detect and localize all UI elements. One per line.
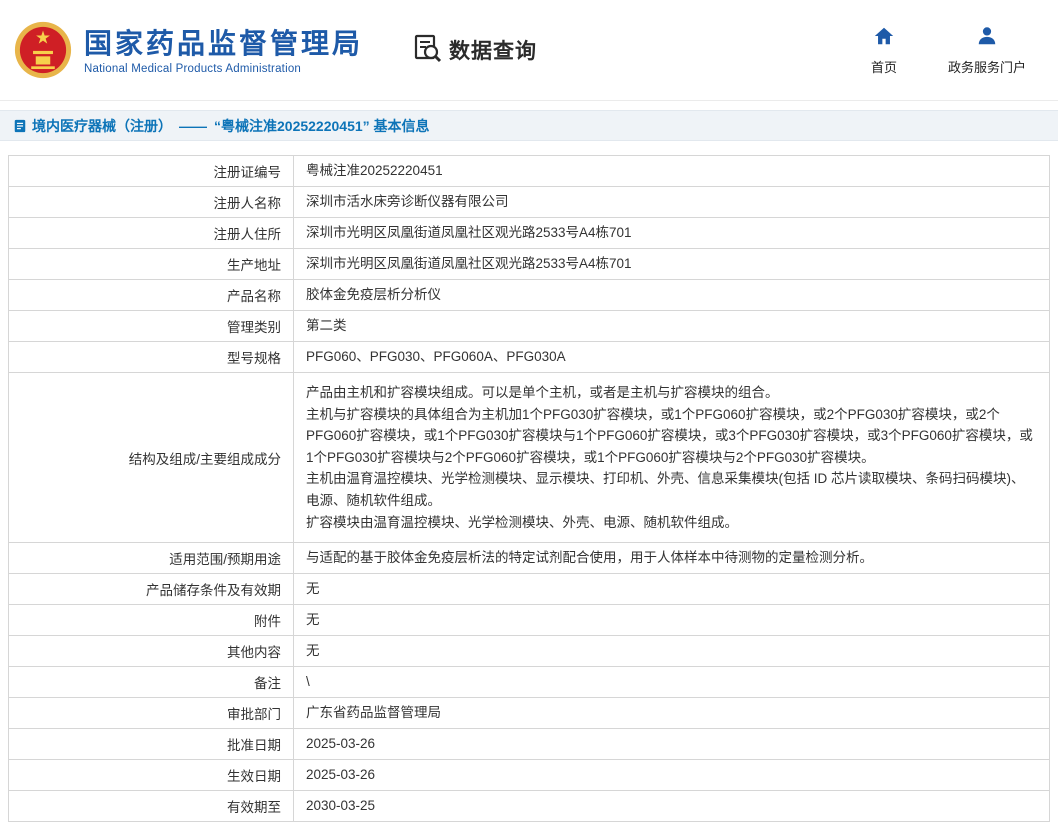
nav-item-label: 政务服务门户 — [948, 57, 1026, 76]
row-label: 有效期至 — [9, 791, 294, 822]
row-value: 无 — [294, 605, 1050, 636]
row-value: 粤械注准20252220451 — [294, 156, 1050, 187]
data-query-label: 数据查询 — [449, 35, 537, 65]
table-row: 管理类别 第二类 — [9, 311, 1050, 342]
row-value: 深圳市光明区凤凰街道凤凰社区观光路2533号A4栋701 — [294, 249, 1050, 280]
table-row: 审批部门 广东省药品监督管理局 — [9, 698, 1050, 729]
row-label: 适用范围/预期用途 — [9, 543, 294, 574]
row-value: 广东省药品监督管理局 — [294, 698, 1050, 729]
registration-info-table: 注册证编号 粤械注准20252220451 注册人名称 深圳市活水床旁诊断仪器有… — [8, 155, 1050, 822]
table-row: 有效期至 2030-03-25 — [9, 791, 1050, 822]
row-label: 生效日期 — [9, 760, 294, 791]
agency-name-cn: 国家药品监督管理局 — [84, 26, 363, 61]
row-value: 2025-03-26 — [294, 760, 1050, 791]
row-value: 无 — [294, 574, 1050, 605]
person-icon — [976, 25, 998, 52]
row-value: \ — [294, 667, 1050, 698]
table-row: 注册人名称 深圳市活水床旁诊断仪器有限公司 — [9, 187, 1050, 218]
row-value: 胶体金免疫层析分析仪 — [294, 280, 1050, 311]
row-label: 注册证编号 — [9, 156, 294, 187]
breadcrumb: 境内医疗器械（注册） —— “粤械注准20252220451” 基本信息 — [0, 110, 1058, 141]
table-row: 生产地址 深圳市光明区凤凰街道凤凰社区观光路2533号A4栋701 — [9, 249, 1050, 280]
row-value: 深圳市活水床旁诊断仪器有限公司 — [294, 187, 1050, 218]
row-value: 2025-03-26 — [294, 729, 1050, 760]
row-label: 管理类别 — [9, 311, 294, 342]
row-label: 生产地址 — [9, 249, 294, 280]
row-value: 与适配的基于胶体金免疫层析法的特定试剂配合使用，用于人体样本中待测物的定量检测分… — [294, 543, 1050, 574]
table-row: 产品储存条件及有效期 无 — [9, 574, 1050, 605]
table-row: 生效日期 2025-03-26 — [9, 760, 1050, 791]
table-row: 产品名称 胶体金免疫层析分析仪 — [9, 280, 1050, 311]
table-row: 备注 \ — [9, 667, 1050, 698]
row-label: 其他内容 — [9, 636, 294, 667]
breadcrumb-separator: —— — [179, 118, 207, 134]
table-row: 注册证编号 粤械注准20252220451 — [9, 156, 1050, 187]
breadcrumb-page-icon — [13, 119, 27, 133]
row-label: 结构及组成/主要组成成分 — [9, 373, 294, 543]
row-label: 备注 — [9, 667, 294, 698]
row-value: PFG060、PFG030、PFG060A、PFG030A — [294, 342, 1050, 373]
breadcrumb-detail: “粤械注准20252220451” 基本信息 — [214, 116, 430, 136]
table-row: 适用范围/预期用途 与适配的基于胶体金免疫层析法的特定试剂配合使用，用于人体样本… — [9, 543, 1050, 574]
nav-item-home[interactable]: 首页 — [862, 25, 906, 76]
breadcrumb-section-link[interactable]: 境内医疗器械（注册） — [32, 116, 172, 136]
nav-item-label: 首页 — [871, 57, 897, 76]
row-value: 无 — [294, 636, 1050, 667]
row-label: 附件 — [9, 605, 294, 636]
data-query-tab[interactable]: 数据查询 — [411, 32, 537, 69]
row-value: 第二类 — [294, 311, 1050, 342]
header-nav: 首页 政务服务门户 — [862, 25, 1040, 76]
row-label: 型号规格 — [9, 342, 294, 373]
row-label: 注册人住所 — [9, 218, 294, 249]
row-label: 注册人名称 — [9, 187, 294, 218]
home-icon — [873, 25, 895, 52]
nav-item-gov-portal[interactable]: 政务服务门户 — [948, 25, 1026, 76]
row-label: 产品名称 — [9, 280, 294, 311]
row-value: 产品由主机和扩容模块组成。可以是单个主机，或者是主机与扩容模块的组合。 主机与扩… — [294, 373, 1050, 543]
national-emblem-icon — [14, 21, 72, 79]
brand-text: 国家药品监督管理局 National Medical Products Admi… — [84, 26, 363, 75]
table-row: 批准日期 2025-03-26 — [9, 729, 1050, 760]
registration-info-section: 注册证编号 粤械注准20252220451 注册人名称 深圳市活水床旁诊断仪器有… — [0, 141, 1058, 822]
data-query-icon — [411, 32, 443, 69]
row-value: 2030-03-25 — [294, 791, 1050, 822]
brand-link[interactable]: 国家药品监督管理局 National Medical Products Admi… — [14, 21, 363, 79]
table-row: 附件 无 — [9, 605, 1050, 636]
table-row: 注册人住所 深圳市光明区凤凰街道凤凰社区观光路2533号A4栋701 — [9, 218, 1050, 249]
row-label: 产品储存条件及有效期 — [9, 574, 294, 605]
table-row: 结构及组成/主要组成成分 产品由主机和扩容模块组成。可以是单个主机，或者是主机与… — [9, 373, 1050, 543]
site-header: 国家药品监督管理局 National Medical Products Admi… — [0, 0, 1058, 101]
table-row: 型号规格 PFG060、PFG030、PFG060A、PFG030A — [9, 342, 1050, 373]
table-row: 其他内容 无 — [9, 636, 1050, 667]
agency-name-en: National Medical Products Administration — [84, 63, 363, 75]
row-label: 批准日期 — [9, 729, 294, 760]
row-value: 深圳市光明区凤凰街道凤凰社区观光路2533号A4栋701 — [294, 218, 1050, 249]
row-label: 审批部门 — [9, 698, 294, 729]
